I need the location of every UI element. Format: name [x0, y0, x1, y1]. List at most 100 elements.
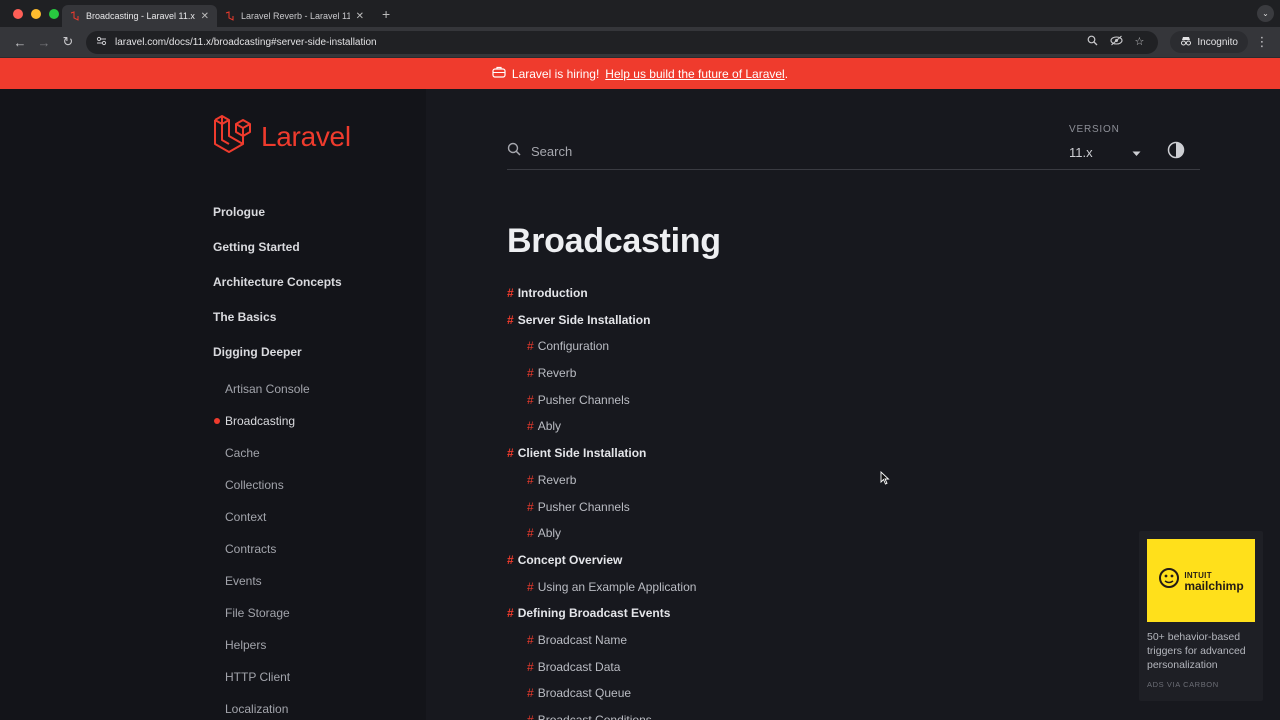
toc-subsection-link[interactable]: # Broadcast Name — [507, 630, 696, 657]
maximize-window-button[interactable] — [49, 8, 59, 19]
tab-search-chevron-icon[interactable]: ⌄ — [1257, 5, 1274, 22]
toc-section-link[interactable]: # Server Side Installation — [507, 310, 696, 337]
reload-icon[interactable]: ↻ — [56, 34, 80, 50]
toc-subsection-link[interactable]: # Ably — [507, 523, 696, 550]
toc-link-label: Broadcast Data — [537, 659, 621, 674]
sidebar-item-collections[interactable]: Collections — [225, 475, 310, 507]
toc-section-link[interactable]: # Concept Overview — [507, 550, 696, 577]
toc-link-label: Reverb — [537, 472, 577, 487]
ad-brand-line2: mailchimp — [1184, 578, 1244, 593]
toc-subsection-link[interactable]: # Pusher Channels — [507, 390, 696, 417]
url-bar[interactable]: laravel.com/docs/11.x/broadcasting#serve… — [86, 30, 1159, 54]
toc-subsection-link[interactable]: # Broadcast Queue — [507, 683, 696, 710]
sidebar-item-broadcasting[interactable]: Broadcasting — [214, 411, 310, 443]
hiring-banner: Laravel is hiring! Help us build the fut… — [0, 58, 1280, 89]
carbon-ad[interactable]: INTUIT mailchimp 50+ behavior-based trig… — [1139, 531, 1263, 701]
tab-laravel-reverb[interactable]: Laravel Reverb - Laravel 11.x ✕ — [217, 5, 372, 27]
sidebar-item-contracts[interactable]: Contracts — [225, 539, 310, 571]
sidebar-item-cache[interactable]: Cache — [225, 443, 310, 475]
toc-subsection-link[interactable]: # Broadcast Conditions — [507, 710, 696, 720]
toc-subsection-link[interactable]: # Broadcast Data — [507, 657, 696, 684]
anchor-hash-icon: # — [507, 312, 514, 327]
toc-link-label: Reverb — [537, 366, 577, 381]
url-text: laravel.com/docs/11.x/broadcasting#serve… — [115, 36, 377, 48]
search-placeholder: Search — [531, 143, 573, 159]
toc-link-label: Using an Example Application — [537, 579, 697, 594]
toc-link-label: Pusher Channels — [537, 392, 630, 407]
toc-link-label: Configuration — [537, 339, 610, 354]
sidebar-section-the-basics[interactable]: The Basics — [213, 307, 342, 342]
sidebar-item-file-storage[interactable]: File Storage — [225, 603, 310, 635]
briefcase-icon — [492, 66, 506, 81]
toc-subsection-link[interactable]: # Using an Example Application — [507, 577, 696, 604]
tab-broadcasting[interactable]: Broadcasting - Laravel 11.x - ✕ — [62, 5, 217, 27]
incognito-badge[interactable]: Incognito — [1170, 31, 1248, 53]
close-tab-icon[interactable]: ✕ — [356, 11, 364, 22]
sidebar-section-prologue[interactable]: Prologue — [213, 202, 342, 237]
sidebar-item-http-client[interactable]: HTTP Client — [225, 667, 310, 699]
mailchimp-ad-image[interactable]: INTUIT mailchimp — [1147, 539, 1255, 622]
toc-section-link[interactable]: # Client Side Installation — [507, 443, 696, 470]
search-icon — [507, 142, 521, 161]
sidebar-item-helpers[interactable]: Helpers — [225, 635, 310, 667]
sidebar-item-events[interactable]: Events — [225, 571, 310, 603]
anchor-hash-icon: # — [527, 499, 534, 514]
incognito-icon — [1180, 36, 1192, 49]
toc-subsection-link[interactable]: # Reverb — [507, 470, 696, 497]
toc-subsection-link[interactable]: # Reverb — [507, 363, 696, 390]
sidebar-item-context[interactable]: Context — [225, 507, 310, 539]
mailchimp-freddie-icon — [1158, 567, 1180, 594]
anchor-hash-icon: # — [527, 339, 534, 354]
anchor-hash-icon: # — [527, 579, 534, 594]
zoom-icon[interactable] — [1087, 35, 1098, 49]
banner-link[interactable]: Help us build the future of Laravel — [605, 67, 784, 81]
sidebar-item-localization[interactable]: Localization — [225, 699, 310, 720]
tracking-protection-eye-icon[interactable] — [1109, 35, 1123, 49]
laravel-logo[interactable]: Laravel — [213, 114, 351, 159]
laravel-logo-icon — [213, 114, 253, 159]
new-tab-button[interactable]: + — [382, 6, 390, 22]
anchor-hash-icon: # — [527, 366, 534, 381]
ads-via-carbon[interactable]: ADS VIA CARBON — [1147, 680, 1255, 689]
anchor-hash-icon: # — [527, 713, 534, 720]
anchor-hash-icon: # — [527, 659, 534, 674]
table-of-contents: # Introduction # Server Side Installation # C… — [507, 283, 696, 720]
sidebar-section-architecture-concepts[interactable]: Architecture Concepts — [213, 272, 342, 307]
close-window-button[interactable] — [13, 8, 23, 19]
sidebar-section-digging-deeper[interactable]: Digging Deeper — [213, 342, 342, 377]
sidebar-section-getting-started[interactable]: Getting Started — [213, 237, 342, 272]
anchor-hash-icon: # — [527, 526, 534, 541]
back-arrow-icon[interactable]: ← — [8, 35, 32, 50]
laravel-favicon-icon — [70, 11, 80, 21]
toc-subsection-link[interactable]: # Configuration — [507, 336, 696, 363]
toc-link-label: Broadcast Name — [537, 632, 628, 647]
anchor-hash-icon: # — [527, 632, 534, 647]
toc-subsection-link[interactable]: # Ably — [507, 416, 696, 443]
sidebar-nav: Prologue Getting Started Architecture Co… — [213, 202, 342, 716]
toc-subsection-link[interactable]: # Pusher Channels — [507, 497, 696, 524]
theme-toggle-icon[interactable] — [1167, 141, 1185, 164]
laravel-favicon-icon — [225, 11, 235, 21]
ad-text[interactable]: 50+ behavior-based triggers for advanced… — [1147, 630, 1255, 672]
docs-page: Laravel Prologue Getting Started Archite… — [0, 89, 1280, 720]
minimize-window-button[interactable] — [31, 8, 41, 19]
toc-link-label: Introduction — [517, 286, 588, 300]
toc-section-link[interactable]: # Introduction — [507, 283, 696, 310]
sidebar-item-artisan-console[interactable]: Artisan Console — [225, 379, 310, 411]
page-title: Broadcasting — [507, 222, 721, 260]
version-label: VERSION — [1069, 124, 1120, 135]
site-info-icon[interactable] — [96, 36, 107, 49]
mailchimp-wordmark: INTUIT mailchimp — [1184, 570, 1243, 592]
bookmark-star-icon[interactable]: ☆ — [1135, 35, 1145, 49]
tab-title: Laravel Reverb - Laravel 11.x — [241, 11, 350, 21]
incognito-label: Incognito — [1197, 36, 1238, 48]
toc-link-label: Ably — [537, 526, 562, 541]
browser-menu-icon[interactable]: ⋮ — [1252, 34, 1272, 50]
anchor-hash-icon: # — [527, 686, 534, 701]
anchor-hash-icon: # — [527, 472, 534, 487]
forward-arrow-icon[interactable]: → — [32, 35, 56, 50]
toc-section-link[interactable]: # Defining Broadcast Events — [507, 603, 696, 630]
toc-link-label: Broadcast Queue — [537, 686, 632, 701]
version-select[interactable]: 11.x — [1069, 145, 1141, 160]
close-tab-icon[interactable]: ✕ — [201, 11, 209, 22]
